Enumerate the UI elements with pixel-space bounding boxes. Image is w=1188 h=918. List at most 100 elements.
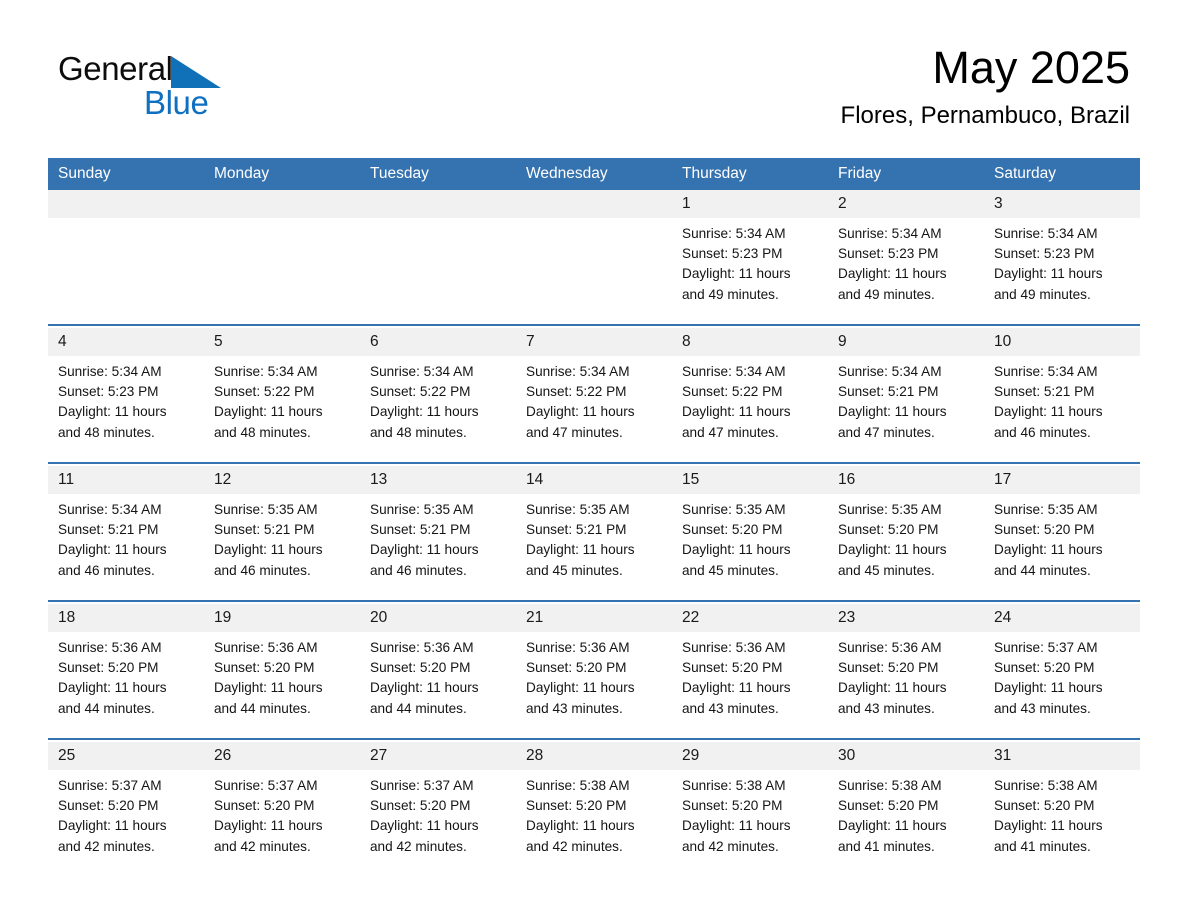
week-3-details: Sunrise: 5:34 AM Sunset: 5:21 PM Dayligh… bbox=[48, 494, 1140, 601]
sunrise-text: Sunrise: 5:34 AM bbox=[58, 364, 162, 379]
sunset-text: Sunset: 5:20 PM bbox=[838, 660, 939, 676]
daylight-text-line2: and 49 minutes. bbox=[838, 286, 935, 302]
sunrise-text: Sunrise: 5:35 AM bbox=[214, 502, 318, 517]
week-1-details: Sunrise: 5:34 AM Sunset: 5:23 PM Dayligh… bbox=[48, 218, 1140, 325]
week-2-daynumbers: 4 5 6 7 8 9 10 bbox=[48, 328, 1140, 356]
daylight-text-line2: and 49 minutes. bbox=[682, 286, 779, 302]
weekday-header-sunday: Sunday bbox=[48, 158, 204, 190]
logo-text-general: General bbox=[58, 50, 173, 87]
sunrise-text: Sunrise: 5:35 AM bbox=[526, 502, 630, 517]
day-number: 30 bbox=[828, 742, 984, 770]
daylight-text-line1: Daylight: 11 hours bbox=[526, 818, 635, 834]
day-number: 14 bbox=[516, 466, 672, 494]
day-cell: Sunrise: 5:34 AM Sunset: 5:23 PM Dayligh… bbox=[984, 218, 1140, 325]
calendar-body: 1 2 3 Sunrise: 5:34 AM Sunset: 5:23 PM D… bbox=[48, 190, 1140, 877]
daylight-text-line1: Daylight: 11 hours bbox=[370, 542, 479, 558]
sunset-text: Sunset: 5:20 PM bbox=[58, 798, 159, 814]
day-number: 8 bbox=[672, 328, 828, 356]
daylight-text-line1: Daylight: 11 hours bbox=[682, 680, 791, 696]
day-cell: Sunrise: 5:36 AM Sunset: 5:20 PM Dayligh… bbox=[48, 632, 204, 739]
sunrise-text: Sunrise: 5:35 AM bbox=[370, 502, 474, 517]
sunset-text: Sunset: 5:22 PM bbox=[370, 384, 471, 400]
day-number: 23 bbox=[828, 604, 984, 632]
day-cell: Sunrise: 5:37 AM Sunset: 5:20 PM Dayligh… bbox=[984, 632, 1140, 739]
day-number: 22 bbox=[672, 604, 828, 632]
week-3-daynumbers: 11 12 13 14 15 16 17 bbox=[48, 466, 1140, 494]
weekday-header-wednesday: Wednesday bbox=[516, 158, 672, 190]
day-cell: Sunrise: 5:34 AM Sunset: 5:21 PM Dayligh… bbox=[828, 356, 984, 463]
daylight-text-line2: and 45 minutes. bbox=[526, 562, 623, 578]
day-number: 6 bbox=[360, 328, 516, 356]
day-number: 17 bbox=[984, 466, 1140, 494]
week-1-daynumbers: 1 2 3 bbox=[48, 190, 1140, 218]
calendar-page: General Blue May 2025 Flores, Pernambuco… bbox=[0, 0, 1188, 918]
daylight-text-line1: Daylight: 11 hours bbox=[526, 542, 635, 558]
daylight-text-line1: Daylight: 11 hours bbox=[994, 404, 1103, 420]
daylight-text-line1: Daylight: 11 hours bbox=[838, 542, 947, 558]
daylight-text-line1: Daylight: 11 hours bbox=[682, 404, 791, 420]
day-cell: Sunrise: 5:34 AM Sunset: 5:23 PM Dayligh… bbox=[48, 356, 204, 463]
daylight-text-line2: and 41 minutes. bbox=[838, 838, 935, 854]
daylight-text-line2: and 46 minutes. bbox=[58, 562, 155, 578]
sunrise-text: Sunrise: 5:35 AM bbox=[994, 502, 1098, 517]
sunset-text: Sunset: 5:23 PM bbox=[682, 246, 783, 262]
daylight-text-line1: Daylight: 11 hours bbox=[370, 818, 479, 834]
daylight-text-line2: and 44 minutes. bbox=[58, 700, 155, 716]
day-cell: Sunrise: 5:38 AM Sunset: 5:20 PM Dayligh… bbox=[672, 770, 828, 877]
page-title: May 2025 bbox=[932, 42, 1130, 93]
day-number: 15 bbox=[672, 466, 828, 494]
day-number bbox=[360, 190, 516, 218]
daylight-text-line2: and 43 minutes. bbox=[682, 700, 779, 716]
sunset-text: Sunset: 5:20 PM bbox=[526, 798, 627, 814]
day-number: 25 bbox=[48, 742, 204, 770]
daylight-text-line2: and 47 minutes. bbox=[838, 424, 935, 440]
daylight-text-line2: and 45 minutes. bbox=[838, 562, 935, 578]
daylight-text-line2: and 48 minutes. bbox=[58, 424, 155, 440]
day-cell: Sunrise: 5:34 AM Sunset: 5:22 PM Dayligh… bbox=[360, 356, 516, 463]
sunrise-text: Sunrise: 5:34 AM bbox=[370, 364, 474, 379]
sunrise-text: Sunrise: 5:38 AM bbox=[526, 778, 630, 793]
calendar-container: Sunday Monday Tuesday Wednesday Thursday… bbox=[48, 158, 1140, 877]
daylight-text-line2: and 47 minutes. bbox=[682, 424, 779, 440]
sunset-text: Sunset: 5:20 PM bbox=[214, 798, 315, 814]
daylight-text-line2: and 44 minutes. bbox=[994, 562, 1091, 578]
sunset-text: Sunset: 5:20 PM bbox=[370, 660, 471, 676]
day-number: 7 bbox=[516, 328, 672, 356]
calendar-header-row: Sunday Monday Tuesday Wednesday Thursday… bbox=[48, 158, 1140, 190]
day-cell: Sunrise: 5:34 AM Sunset: 5:23 PM Dayligh… bbox=[828, 218, 984, 325]
daylight-text-line1: Daylight: 11 hours bbox=[58, 818, 167, 834]
daylight-text-line2: and 43 minutes. bbox=[526, 700, 623, 716]
sunrise-text: Sunrise: 5:36 AM bbox=[682, 640, 786, 655]
day-cell: Sunrise: 5:35 AM Sunset: 5:21 PM Dayligh… bbox=[360, 494, 516, 601]
calendar-table: Sunday Monday Tuesday Wednesday Thursday… bbox=[48, 158, 1140, 877]
daylight-text-line1: Daylight: 11 hours bbox=[526, 680, 635, 696]
day-number bbox=[48, 190, 204, 218]
week-4-daynumbers: 18 19 20 21 22 23 24 bbox=[48, 604, 1140, 632]
day-cell: Sunrise: 5:35 AM Sunset: 5:20 PM Dayligh… bbox=[984, 494, 1140, 601]
day-cell: Sunrise: 5:36 AM Sunset: 5:20 PM Dayligh… bbox=[360, 632, 516, 739]
sunset-text: Sunset: 5:22 PM bbox=[682, 384, 783, 400]
daylight-text-line1: Daylight: 11 hours bbox=[682, 818, 791, 834]
sunrise-text: Sunrise: 5:34 AM bbox=[994, 364, 1098, 379]
daylight-text-line1: Daylight: 11 hours bbox=[58, 680, 167, 696]
sunset-text: Sunset: 5:20 PM bbox=[838, 522, 939, 538]
logo-top-row: General bbox=[58, 50, 298, 90]
daylight-text-line2: and 49 minutes. bbox=[994, 286, 1091, 302]
day-cell: Sunrise: 5:38 AM Sunset: 5:20 PM Dayligh… bbox=[828, 770, 984, 877]
day-number: 5 bbox=[204, 328, 360, 356]
daylight-text-line1: Daylight: 11 hours bbox=[370, 680, 479, 696]
day-number: 3 bbox=[984, 190, 1140, 218]
daylight-text-line2: and 44 minutes. bbox=[214, 700, 311, 716]
daylight-text-line2: and 42 minutes. bbox=[58, 838, 155, 854]
daylight-text-line1: Daylight: 11 hours bbox=[58, 404, 167, 420]
sunrise-text: Sunrise: 5:37 AM bbox=[370, 778, 474, 793]
day-cell: Sunrise: 5:34 AM Sunset: 5:22 PM Dayligh… bbox=[204, 356, 360, 463]
sunrise-text: Sunrise: 5:34 AM bbox=[214, 364, 318, 379]
sunrise-text: Sunrise: 5:37 AM bbox=[994, 640, 1098, 655]
week-4-details: Sunrise: 5:36 AM Sunset: 5:20 PM Dayligh… bbox=[48, 632, 1140, 739]
general-blue-logo: General Blue bbox=[58, 50, 298, 128]
sunset-text: Sunset: 5:22 PM bbox=[214, 384, 315, 400]
daylight-text-line1: Daylight: 11 hours bbox=[214, 542, 323, 558]
sunset-text: Sunset: 5:20 PM bbox=[526, 660, 627, 676]
weekday-header-saturday: Saturday bbox=[984, 158, 1140, 190]
